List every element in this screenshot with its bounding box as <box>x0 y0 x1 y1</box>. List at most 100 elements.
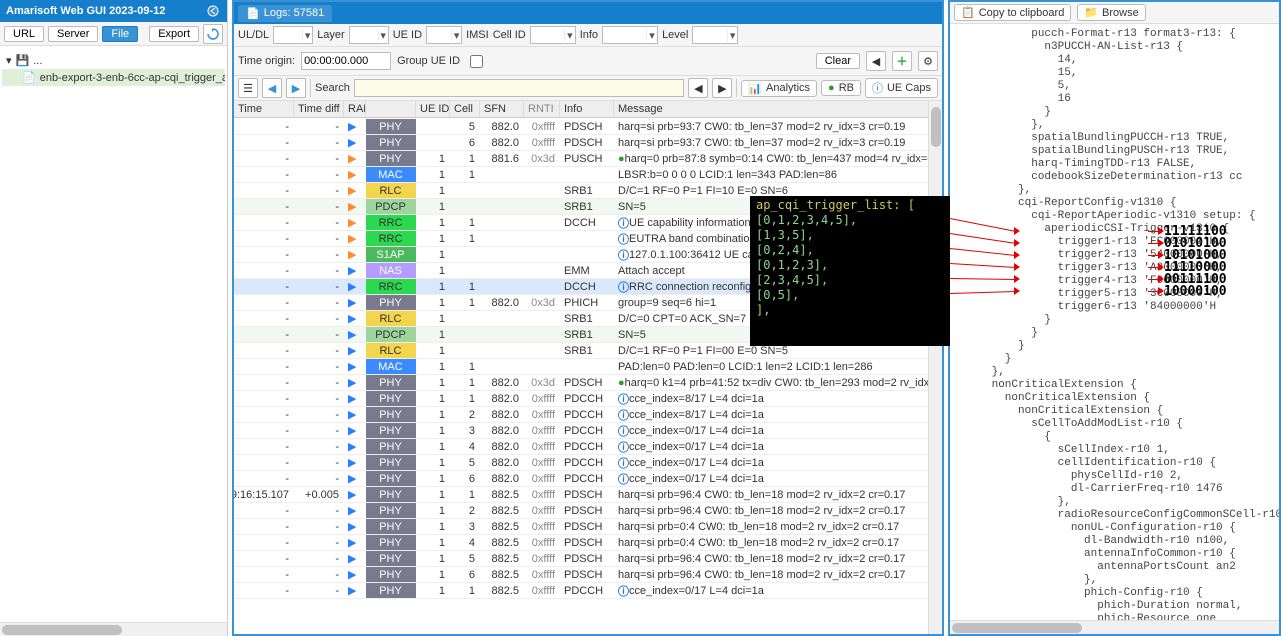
search-input[interactable] <box>354 79 684 97</box>
left-header: Amarisoft Web GUI 2023-09-12 <box>0 0 227 22</box>
add-icon[interactable]: ＋ <box>892 51 912 71</box>
rb-button[interactable]: ●RB <box>821 80 861 96</box>
refresh-icon[interactable] <box>203 24 223 44</box>
nav-prev-icon[interactable]: ◀ <box>262 78 282 98</box>
time-origin-label: Time origin: <box>238 55 295 67</box>
table-row[interactable]: --▶PHY12882.50xffffPDSCHharq=si prb=96:4… <box>234 503 942 519</box>
table-row[interactable]: --▶PHY5882.00xffffPDSCHharq=si prb=93:7 … <box>234 119 942 135</box>
table-row[interactable]: --▶PHY11882.00x3dPDSCH● harq=0 k1=4 prb=… <box>234 375 942 391</box>
chevron-down-icon[interactable]: ▾ <box>564 29 575 42</box>
table-row[interactable]: --▶PHY14882.00xffffPDCCHⓘ cce_index=0/17… <box>234 439 942 455</box>
table-row[interactable]: --▶PHY12882.00xffffPDCCHⓘ cce_index=8/17… <box>234 407 942 423</box>
table-row[interactable]: --▶PHY13882.50xffffPDSCHharq=si prb=0:4 … <box>234 519 942 535</box>
table-row[interactable]: --▶PHY15882.00xffffPDCCHⓘ cce_index=0/17… <box>234 455 942 471</box>
chevron-down-icon[interactable]: ▾ <box>727 29 738 42</box>
table-row[interactable]: 09:16:15.107+0.005▶PHY11882.50xffffPDSCH… <box>234 487 942 503</box>
arrow-head-icon <box>1014 275 1020 283</box>
ueid-label: UE ID <box>393 29 422 41</box>
tree-root[interactable]: ▾ 💾 ... <box>2 52 225 69</box>
col-diff-hdr[interactable]: Time diff <box>294 101 344 117</box>
grid-scrollbar-v[interactable] <box>928 101 942 634</box>
overlay-line: [2,3,4,5], <box>756 273 944 288</box>
table-row[interactable]: --▶MAC11PAD:len=0 PAD:len=0 LCID:1 len=2… <box>234 359 942 375</box>
table-row[interactable]: --▶PHY16882.00xffffPDCCHⓘ cce_index=0/17… <box>234 471 942 487</box>
info-icon: ⓘ <box>618 583 629 598</box>
arrow-in-icon: ▶ <box>348 504 356 517</box>
browse-button[interactable]: 📁Browse <box>1077 4 1145 21</box>
chevron-down-icon[interactable]: ▾ <box>302 29 312 42</box>
col-ran-hdr[interactable]: RAN <box>344 101 366 117</box>
clear-button[interactable]: Clear <box>816 53 860 69</box>
code-view[interactable]: pucch-Format-r13 format3-r13: { n3PUCCH-… <box>950 24 1279 634</box>
info-icon: ⓘ <box>618 439 629 454</box>
server-button[interactable]: Server <box>48 26 98 42</box>
arrow-in-icon: ▶ <box>348 520 356 533</box>
col-ueid-hdr[interactable]: UE ID <box>416 101 450 117</box>
cellid-combo[interactable]: ▾ <box>530 26 576 44</box>
chevron-down-icon[interactable]: ▾ <box>378 29 388 42</box>
time-origin-input[interactable] <box>301 52 391 70</box>
search-prev-icon[interactable]: ◀ <box>688 78 708 98</box>
filter-prev-icon[interactable]: ◀ <box>866 51 886 71</box>
file-button[interactable]: File <box>102 26 138 42</box>
arrow-in-icon: ▶ <box>348 440 356 453</box>
tree-file[interactable]: 📄 enb-export-3-enb-6cc-ap-cqi_trigger_ar… <box>2 69 225 86</box>
arrow-out-icon: ▶ <box>348 152 356 165</box>
left-scroll-thumb[interactable] <box>2 625 122 635</box>
table-row[interactable]: --▶PHY16882.50xffffPDSCHharq=si prb=96:4… <box>234 567 942 583</box>
ok-icon: ● <box>618 153 625 165</box>
table-row[interactable]: --▶PHY15882.50xffffPDSCHharq=si prb=96:4… <box>234 551 942 567</box>
info-icon: ⓘ <box>618 407 629 422</box>
group-ue-checkbox[interactable] <box>470 55 483 68</box>
uecaps-button[interactable]: ⓘUE Caps <box>865 78 938 98</box>
search-next-icon[interactable]: ▶ <box>712 78 732 98</box>
col-time-hdr[interactable]: Time <box>234 101 294 117</box>
arrow-in-icon: ▶ <box>348 584 356 597</box>
table-row[interactable]: --▶PHY11882.50xffffPDCCHⓘ cce_index=0/17… <box>234 583 942 599</box>
arrow-head-icon <box>1014 263 1020 271</box>
arrow-out-icon: ▶ <box>348 216 356 229</box>
col-info-hdr[interactable]: Info <box>560 101 614 117</box>
grid-scroll-thumb[interactable] <box>931 107 941 147</box>
level-combo[interactable]: ▾ <box>692 26 738 44</box>
table-row[interactable]: --▶MAC11LBSR:b=0 0 0 0 LCID:1 len=343 PA… <box>234 167 942 183</box>
table-row[interactable]: --▶PHY13882.00xffffPDCCHⓘ cce_index=0/17… <box>234 423 942 439</box>
overlay-line: [0,2,4], <box>756 243 944 258</box>
gear-icon[interactable]: ⚙ <box>918 51 938 71</box>
arrow-in-icon: ▶ <box>348 296 356 309</box>
table-row[interactable]: --▶PHY11882.00xffffPDCCHⓘ cce_index=8/17… <box>234 391 942 407</box>
analytics-button[interactable]: 📊Analytics <box>741 80 817 97</box>
info-combo[interactable]: ▾ <box>602 26 658 44</box>
left-scrollbar-h[interactable] <box>0 622 227 636</box>
cellid-label: Cell ID <box>493 29 526 41</box>
arrow-in-icon: ▶ <box>348 536 356 549</box>
collapse-left-icon[interactable] <box>205 3 221 19</box>
right-scrollbar-h[interactable] <box>950 620 1279 634</box>
col-sfn-hdr[interactable]: SFN <box>480 101 524 117</box>
copy-button[interactable]: 📋Copy to clipboard <box>954 4 1071 21</box>
disk-icon: 💾 <box>16 54 30 67</box>
info-icon: ⓘ <box>618 247 629 262</box>
table-row[interactable]: --▶PHY14882.50xffffPDSCHharq=si prb=0:4 … <box>234 535 942 551</box>
columns-icon[interactable]: ☰ <box>238 78 258 98</box>
export-button[interactable]: Export <box>149 26 199 42</box>
uldl-combo[interactable]: ▾ <box>273 26 313 44</box>
chevron-down-icon[interactable]: ▾ <box>646 29 657 42</box>
logs-tab[interactable]: 📄 Logs: 57581 <box>238 5 332 22</box>
col-cell-hdr[interactable]: Cell <box>450 101 480 117</box>
col-msg-hdr[interactable]: Message <box>614 101 942 117</box>
chevron-down-icon[interactable]: ▾ <box>451 29 461 42</box>
url-button[interactable]: URL <box>4 26 44 42</box>
nav-next-icon[interactable]: ▶ <box>286 78 306 98</box>
col-layer-hdr[interactable] <box>366 101 416 117</box>
table-row[interactable]: --▶PHY11881.60x3dPUSCH● harq=0 prb=87:8 … <box>234 151 942 167</box>
layer-combo[interactable]: ▾ <box>349 26 389 44</box>
layer-label: Layer <box>317 29 345 41</box>
right-scroll-thumb[interactable] <box>952 623 1082 633</box>
overlay-line: [0,1,2,3], <box>756 258 944 273</box>
uldl-label: UL/DL <box>238 29 269 41</box>
table-row[interactable]: --▶PHY6882.00xffffPDSCHharq=si prb=93:7 … <box>234 135 942 151</box>
ueid-combo[interactable]: ▾ <box>426 26 462 44</box>
separator <box>310 79 311 97</box>
col-rnti-hdr[interactable]: RNTI <box>524 101 560 117</box>
